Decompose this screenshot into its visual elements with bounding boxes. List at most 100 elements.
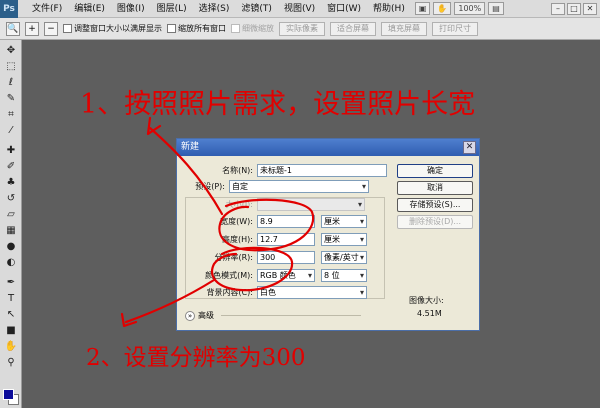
color-mode-select[interactable]: RGB 颜色	[257, 269, 315, 282]
save-preset-button[interactable]: 存储预设(S)...	[397, 198, 473, 212]
zoom-tool-icon[interactable]: 🔍	[6, 21, 20, 36]
resize-windows-checkbox[interactable]	[63, 24, 72, 33]
eyedropper-tool-icon[interactable]: ⁄	[4, 124, 18, 137]
menu-help[interactable]: 帮助(H)	[367, 0, 411, 18]
zoom-all-windows-option[interactable]: 缩放所有窗口	[167, 23, 226, 34]
actual-pixels-button[interactable]: 实际像素	[279, 21, 325, 36]
options-bar: 🔍 + − 调整窗口大小以满屏显示 缩放所有窗口 细微缩放 实际像素 适合屏幕 …	[0, 18, 600, 40]
bridge-icon[interactable]: ▣	[414, 2, 431, 15]
resize-windows-option[interactable]: 调整窗口大小以满屏显示	[63, 23, 162, 34]
image-size-label: 图像大小:	[409, 296, 444, 305]
scrubby-zoom-option: 细微缩放	[231, 23, 274, 34]
menu-quick-tools: ▣ ✋ 100% ▤	[414, 2, 504, 15]
cancel-button[interactable]: 取消	[397, 181, 473, 195]
move-tool-icon[interactable]: ✥	[4, 44, 18, 57]
width-unit-select[interactable]: 厘米	[321, 215, 367, 228]
fit-screen-button[interactable]: 适合屏幕	[330, 21, 376, 36]
window-controls: – □ ✕	[551, 2, 600, 15]
path-select-tool-icon[interactable]: ↖	[4, 308, 18, 321]
hand-tool-icon[interactable]: ✋	[4, 340, 18, 353]
annotation-step-2: 2、设置分辨率为300	[86, 345, 306, 371]
chevron-down-icon: »	[185, 310, 195, 321]
advanced-toggle[interactable]: » 高级	[185, 310, 361, 321]
preset-label: 预设(P):	[195, 182, 225, 191]
gradient-tool-icon[interactable]: ▦	[4, 224, 18, 237]
history-brush-tool-icon[interactable]: ↺	[4, 192, 18, 205]
bit-depth-select[interactable]: 8 位	[321, 269, 367, 282]
size-select	[257, 198, 365, 211]
width-input[interactable]: 8.9	[257, 215, 315, 228]
toolbox: ✥ ⬚ ℓ ✎ ⌗ ⁄ ✚ ✐ ♣ ↺ ▱ ▦ ● ◐ ✒ T ↖ ■ ✋ ⚲	[0, 40, 22, 408]
menu-bar: Ps 文件(F) 编辑(E) 图像(I) 图层(L) 选择(S) 滤镜(T) 视…	[0, 0, 600, 18]
height-input[interactable]: 12.7	[257, 233, 315, 246]
dialog-titlebar: 新建 ✕	[177, 139, 479, 156]
foreground-color-swatch[interactable]	[3, 389, 14, 400]
preset-select[interactable]: 自定	[229, 180, 369, 193]
advanced-divider	[221, 315, 361, 316]
image-size-value: 4.51M	[417, 309, 442, 318]
type-tool-icon[interactable]: T	[4, 292, 18, 305]
brush-tool-icon[interactable]: ✐	[4, 160, 18, 173]
pen-tool-icon[interactable]: ✒	[4, 276, 18, 289]
color-mode-label: 颜色模式(M):	[205, 271, 253, 280]
height-unit-select[interactable]: 厘米	[321, 233, 367, 246]
height-label: 高度(H):	[222, 235, 253, 244]
dialog-title: 新建	[181, 142, 200, 152]
size-row: 大小(I):	[181, 198, 365, 211]
menu-filter[interactable]: 滤镜(T)	[235, 0, 278, 18]
resolution-unit-select[interactable]: 像素/英寸	[321, 251, 367, 264]
healing-brush-tool-icon[interactable]: ✚	[4, 144, 18, 157]
scrubby-zoom-checkbox	[231, 24, 240, 33]
menu-image[interactable]: 图像(I)	[111, 0, 151, 18]
color-mode-row: 颜色模式(M): RGB 颜色 8 位	[181, 269, 367, 282]
crop-tool-icon[interactable]: ⌗	[4, 108, 18, 121]
width-label: 宽度(W):	[220, 217, 253, 226]
advanced-label: 高级	[198, 311, 214, 320]
name-label: 名称(N):	[222, 166, 253, 175]
annotation-step-1: 1、按照照片需求，设置照片长宽	[80, 89, 476, 120]
close-dialog-icon[interactable]: ✕	[463, 141, 476, 154]
minimize-icon[interactable]: –	[551, 2, 565, 15]
background-label: 背景内容(C):	[206, 288, 253, 297]
fill-screen-button[interactable]: 填充屏幕	[381, 21, 427, 36]
zoom-level-select[interactable]: 100%	[454, 2, 486, 15]
height-row: 高度(H): 12.7 厘米	[181, 233, 367, 246]
arrow-2-head	[120, 312, 138, 328]
dodge-tool-icon[interactable]: ◐	[4, 256, 18, 269]
menu-layer[interactable]: 图层(L)	[151, 0, 193, 18]
photoshop-logo-icon: Ps	[0, 0, 18, 18]
zoom-out-icon[interactable]: −	[44, 21, 58, 36]
print-size-button[interactable]: 打印尺寸	[432, 21, 478, 36]
menu-edit[interactable]: 编辑(E)	[68, 0, 111, 18]
menu-select[interactable]: 选择(S)	[193, 0, 236, 18]
ok-button[interactable]: 确定	[397, 164, 473, 178]
clone-stamp-tool-icon[interactable]: ♣	[4, 176, 18, 189]
size-label: 大小(I):	[225, 200, 253, 209]
eraser-tool-icon[interactable]: ▱	[4, 208, 18, 221]
resolution-label: 分辨率(R):	[214, 253, 254, 262]
delete-preset-button: 删除预设(D)...	[397, 215, 473, 229]
name-input[interactable]: 未标题-1	[257, 164, 387, 177]
screen-mode-icon[interactable]: ▤	[488, 2, 504, 15]
menu-file[interactable]: 文件(F)	[26, 0, 68, 18]
blur-tool-icon[interactable]: ●	[4, 240, 18, 253]
zoom-all-windows-checkbox[interactable]	[167, 24, 176, 33]
quick-select-tool-icon[interactable]: ✎	[4, 92, 18, 105]
zoom-in-icon[interactable]: +	[25, 21, 39, 36]
preset-row: 预设(P): 自定	[181, 180, 369, 193]
maximize-icon[interactable]: □	[567, 2, 581, 15]
size-group-box	[185, 197, 385, 299]
name-row: 名称(N): 未标题-1	[181, 164, 387, 177]
marquee-tool-icon[interactable]: ⬚	[4, 60, 18, 73]
close-window-icon[interactable]: ✕	[583, 2, 597, 15]
hand-tool-icon[interactable]: ✋	[433, 2, 452, 15]
menu-view[interactable]: 视图(V)	[278, 0, 321, 18]
resolution-row: 分辨率(R): 300 像素/英寸	[181, 251, 367, 264]
lasso-tool-icon[interactable]: ℓ	[4, 76, 18, 89]
zoom-tool-icon[interactable]: ⚲	[4, 356, 18, 369]
menu-window[interactable]: 窗口(W)	[321, 0, 367, 18]
background-select[interactable]: 白色	[257, 286, 367, 299]
shape-tool-icon[interactable]: ■	[4, 324, 18, 337]
resolution-input[interactable]: 300	[257, 251, 315, 264]
width-row: 宽度(W): 8.9 厘米	[181, 215, 367, 228]
